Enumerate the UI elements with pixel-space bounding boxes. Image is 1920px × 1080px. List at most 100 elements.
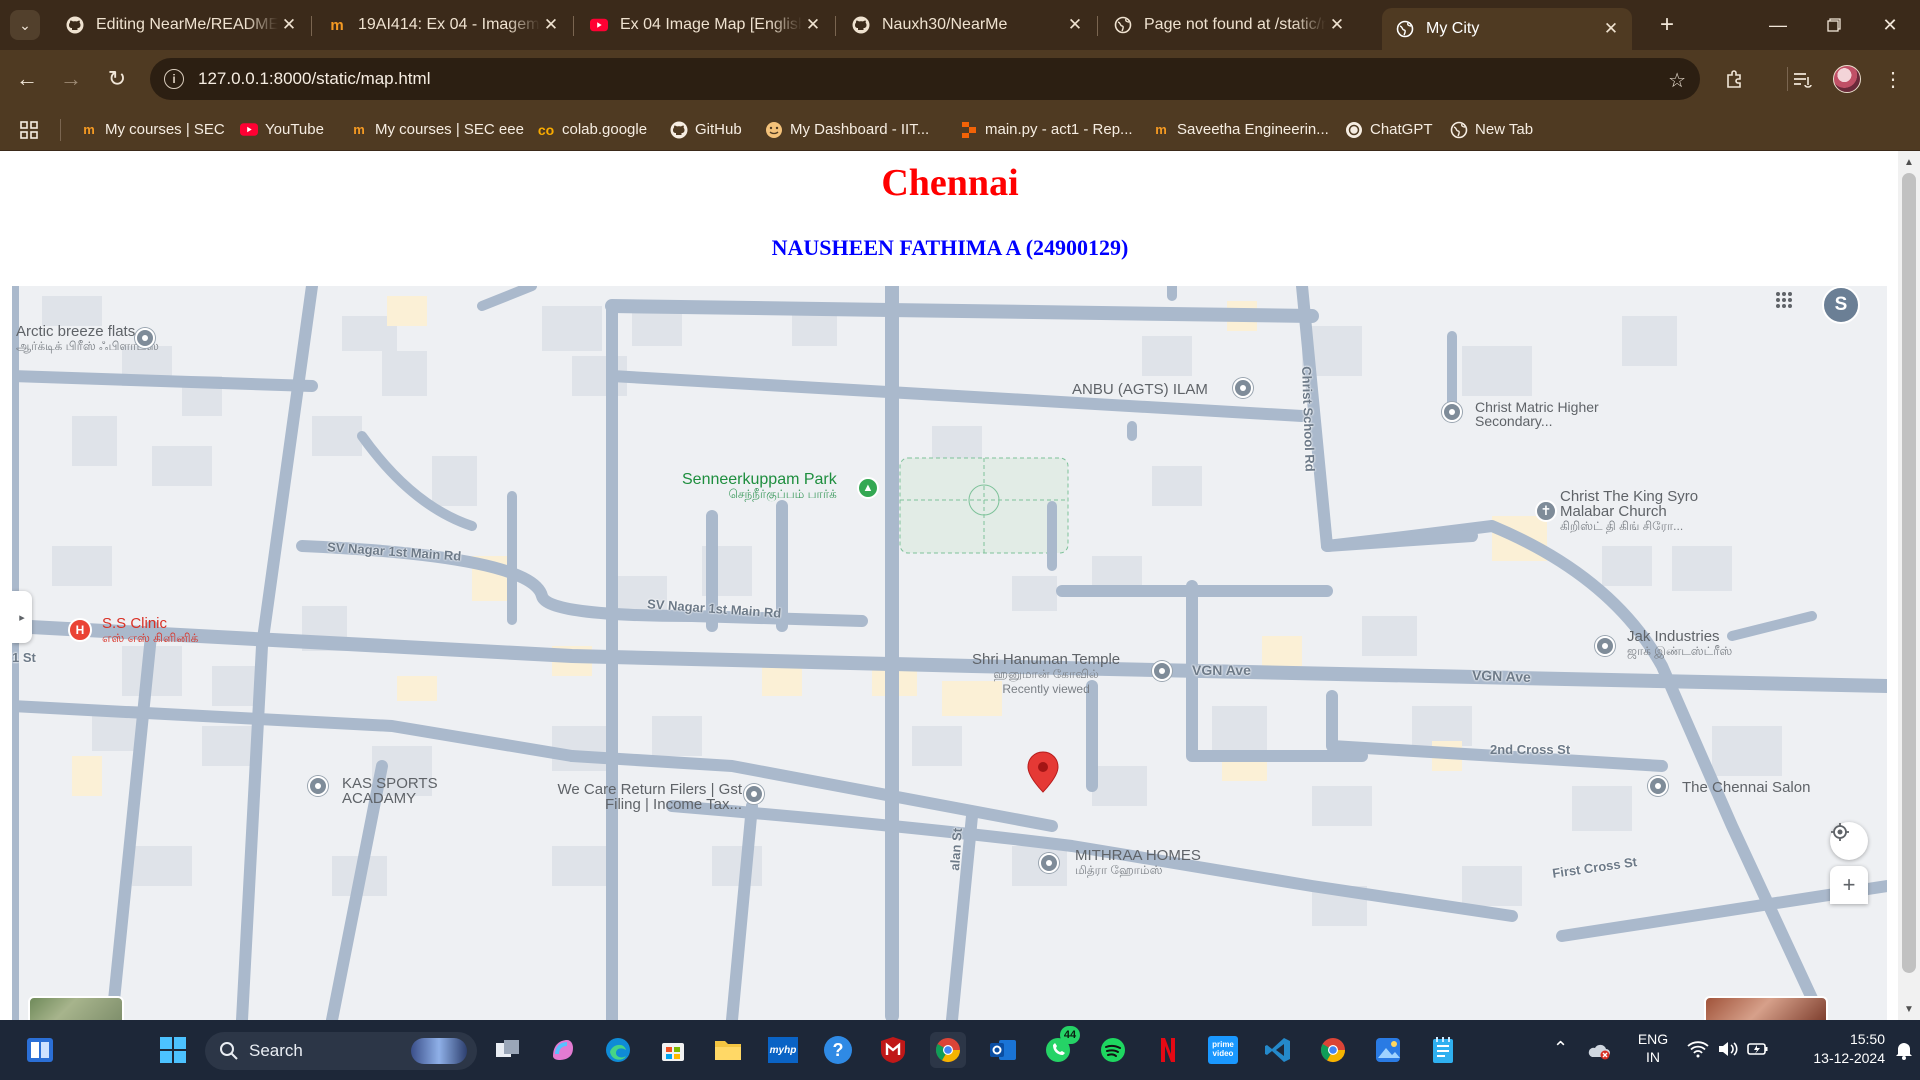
place-label[interactable]: Christ The King Syro Malabar Church கிறி…: [1560, 489, 1740, 534]
tree-icon[interactable]: ▲: [857, 477, 879, 499]
address-bar[interactable]: i 127.0.0.1:8000/static/map.html ☆: [150, 58, 1700, 100]
place-label[interactable]: The Chennai Salon: [1682, 780, 1810, 795]
embedded-google-map[interactable]: Arctic breeze flats ஆர்க்டிக் பிரீஸ் ஃபி…: [12, 286, 1887, 1020]
close-icon[interactable]: ✕: [1326, 15, 1348, 35]
tab-imagemap-course[interactable]: m 19AI414: Ex 04 - Imagemap ✕: [314, 8, 572, 42]
outlook-icon[interactable]: [985, 1032, 1021, 1068]
zoom-in-button[interactable]: +: [1830, 866, 1868, 904]
place-label[interactable]: Shri Hanuman Temple ஹனுமான் கோவில் Recen…: [972, 652, 1120, 697]
widgets-icon[interactable]: [22, 1032, 58, 1068]
page-scrollbar[interactable]: ▲ ▼: [1898, 151, 1920, 1020]
browser-menu-button[interactable]: ⋮: [1878, 64, 1908, 94]
salon-pin-icon[interactable]: [1648, 776, 1668, 796]
tab-page-not-found[interactable]: Page not found at /static/map ✕: [1100, 8, 1358, 42]
site-info-icon[interactable]: i: [164, 69, 184, 89]
bookmark-new-tab[interactable]: New Tab: [1450, 108, 1533, 151]
file-explorer-icon[interactable]: [710, 1032, 746, 1068]
street-view-thumbnail[interactable]: [1704, 996, 1828, 1020]
netflix-icon[interactable]: [1150, 1032, 1186, 1068]
place-pin-icon[interactable]: [135, 328, 155, 348]
bookmark-iit-dashboard[interactable]: My Dashboard - IIT...: [765, 108, 929, 151]
side-panel-toggle[interactable]: ▸: [12, 591, 32, 643]
tab-editing-readme[interactable]: Editing NearMe/README.md ✕: [52, 8, 310, 42]
place-label[interactable]: Christ Matric Higher Secondary...: [1475, 400, 1645, 428]
scroll-up-arrow[interactable]: ▲: [1898, 153, 1920, 171]
battery-icon[interactable]: [1747, 1040, 1769, 1058]
reload-button[interactable]: ↻: [102, 64, 132, 94]
close-icon[interactable]: ✕: [278, 15, 300, 35]
copilot-icon[interactable]: [545, 1032, 581, 1068]
url-text[interactable]: 127.0.0.1:8000/static/map.html: [198, 69, 430, 89]
tab-search-button[interactable]: ⌄: [10, 10, 40, 40]
chrome-alt-icon[interactable]: [1315, 1032, 1351, 1068]
church-pin-icon[interactable]: ✝: [1535, 500, 1557, 522]
scroll-down-arrow[interactable]: ▼: [1898, 1000, 1920, 1018]
temple-pin-icon[interactable]: [1152, 661, 1172, 681]
task-view-icon[interactable]: [490, 1032, 526, 1068]
map-account-avatar[interactable]: S: [1822, 286, 1860, 324]
extensions-button[interactable]: [1720, 64, 1750, 94]
place-label[interactable]: Senneerkuppam Park செந்நீர்குப்பம் பார்க…: [682, 472, 837, 502]
place-pin-icon[interactable]: [1039, 853, 1059, 873]
media-controls-button[interactable]: [1787, 64, 1817, 94]
bookmark-my-courses-sec[interactable]: m My courses | SEC: [80, 108, 225, 151]
profile-avatar[interactable]: [1833, 65, 1861, 93]
place-label[interactable]: ANBU (AGTS) ILAM: [1072, 382, 1208, 397]
spotify-icon[interactable]: [1095, 1032, 1131, 1068]
bookmark-star-icon[interactable]: ☆: [1668, 68, 1686, 93]
whatsapp-icon[interactable]: 44: [1040, 1026, 1080, 1068]
vscode-icon[interactable]: [1260, 1032, 1296, 1068]
tab-my-city[interactable]: My City ✕: [1382, 8, 1632, 50]
location-marker-icon[interactable]: [1026, 751, 1060, 793]
myhp-icon[interactable]: myhp: [765, 1032, 801, 1068]
edge-icon[interactable]: [600, 1032, 636, 1068]
prime-video-icon[interactable]: prime video: [1205, 1032, 1241, 1068]
place-pin-icon[interactable]: [1233, 378, 1253, 398]
bookmark-youtube[interactable]: YouTube: [240, 108, 324, 151]
new-tab-button[interactable]: +: [1652, 10, 1682, 40]
place-label[interactable]: S.S Clinic எஸ் எஸ் கிளினிக்: [102, 616, 198, 646]
minimize-button[interactable]: —: [1758, 10, 1798, 40]
windows-start-icon[interactable]: [155, 1032, 191, 1068]
google-apps-icon[interactable]: [1774, 290, 1800, 316]
bookmark-github[interactable]: GitHub: [670, 108, 742, 151]
place-label[interactable]: MITHRAA HOMES மித்ரா ஹோம்ஸ்: [1075, 848, 1201, 878]
close-icon[interactable]: ✕: [802, 15, 824, 35]
forward-button[interactable]: →: [56, 64, 86, 94]
mcafee-icon[interactable]: [875, 1032, 911, 1068]
wifi-icon[interactable]: [1687, 1040, 1709, 1058]
close-icon[interactable]: ✕: [540, 15, 562, 35]
photos-icon[interactable]: [1370, 1032, 1406, 1068]
tab-nearme-repo[interactable]: Nauxh30/NearMe ✕: [838, 8, 1096, 42]
close-window-button[interactable]: ✕: [1870, 10, 1910, 40]
place-label[interactable]: Jak Industries ஜாக் இண்டஸ்ட்ரீஸ்: [1627, 629, 1732, 659]
bookmark-colab[interactable]: co colab.google: [537, 108, 647, 151]
bookmark-replit[interactable]: main.py - act1 - Rep...: [960, 108, 1133, 151]
sports-pin-icon[interactable]: [308, 776, 328, 796]
tab-image-map-video[interactable]: Ex 04 Image Map [English Video] ✕: [576, 8, 834, 42]
layers-thumbnail[interactable]: [28, 996, 124, 1020]
back-button[interactable]: ←: [12, 64, 42, 94]
clock[interactable]: 15:50 13-12-2024: [1785, 1030, 1885, 1068]
notepad-icon[interactable]: [1425, 1032, 1461, 1068]
volume-icon[interactable]: [1717, 1040, 1739, 1058]
chrome-icon[interactable]: [930, 1032, 966, 1068]
onedrive-icon[interactable]: [1587, 1042, 1611, 1060]
notification-bell-icon[interactable]: [1895, 1040, 1913, 1060]
hospital-pin-icon[interactable]: H: [68, 618, 92, 642]
close-icon[interactable]: ✕: [1064, 15, 1086, 35]
help-icon[interactable]: ?: [820, 1032, 856, 1068]
restore-button[interactable]: [1814, 10, 1854, 40]
close-icon[interactable]: ✕: [1600, 19, 1622, 39]
place-label[interactable]: KAS SPORTS ACADAMY: [342, 776, 472, 806]
language-indicator[interactable]: ENG IN: [1633, 1030, 1673, 1066]
scrollbar-thumb[interactable]: [1902, 173, 1916, 973]
place-pin-icon[interactable]: [1595, 636, 1615, 656]
place-pin-icon[interactable]: [744, 784, 764, 804]
my-location-button[interactable]: [1830, 822, 1868, 860]
bookmark-chatgpt[interactable]: ChatGPT: [1345, 108, 1433, 151]
school-pin-icon[interactable]: [1442, 402, 1462, 422]
bookmark-my-courses-sec-eee[interactable]: m My courses | SEC eee: [350, 108, 524, 151]
chevron-up-icon[interactable]: ⌃: [1553, 1038, 1568, 1059]
place-label[interactable]: We Care Return Filers | Gst Filing | Inc…: [532, 782, 743, 812]
